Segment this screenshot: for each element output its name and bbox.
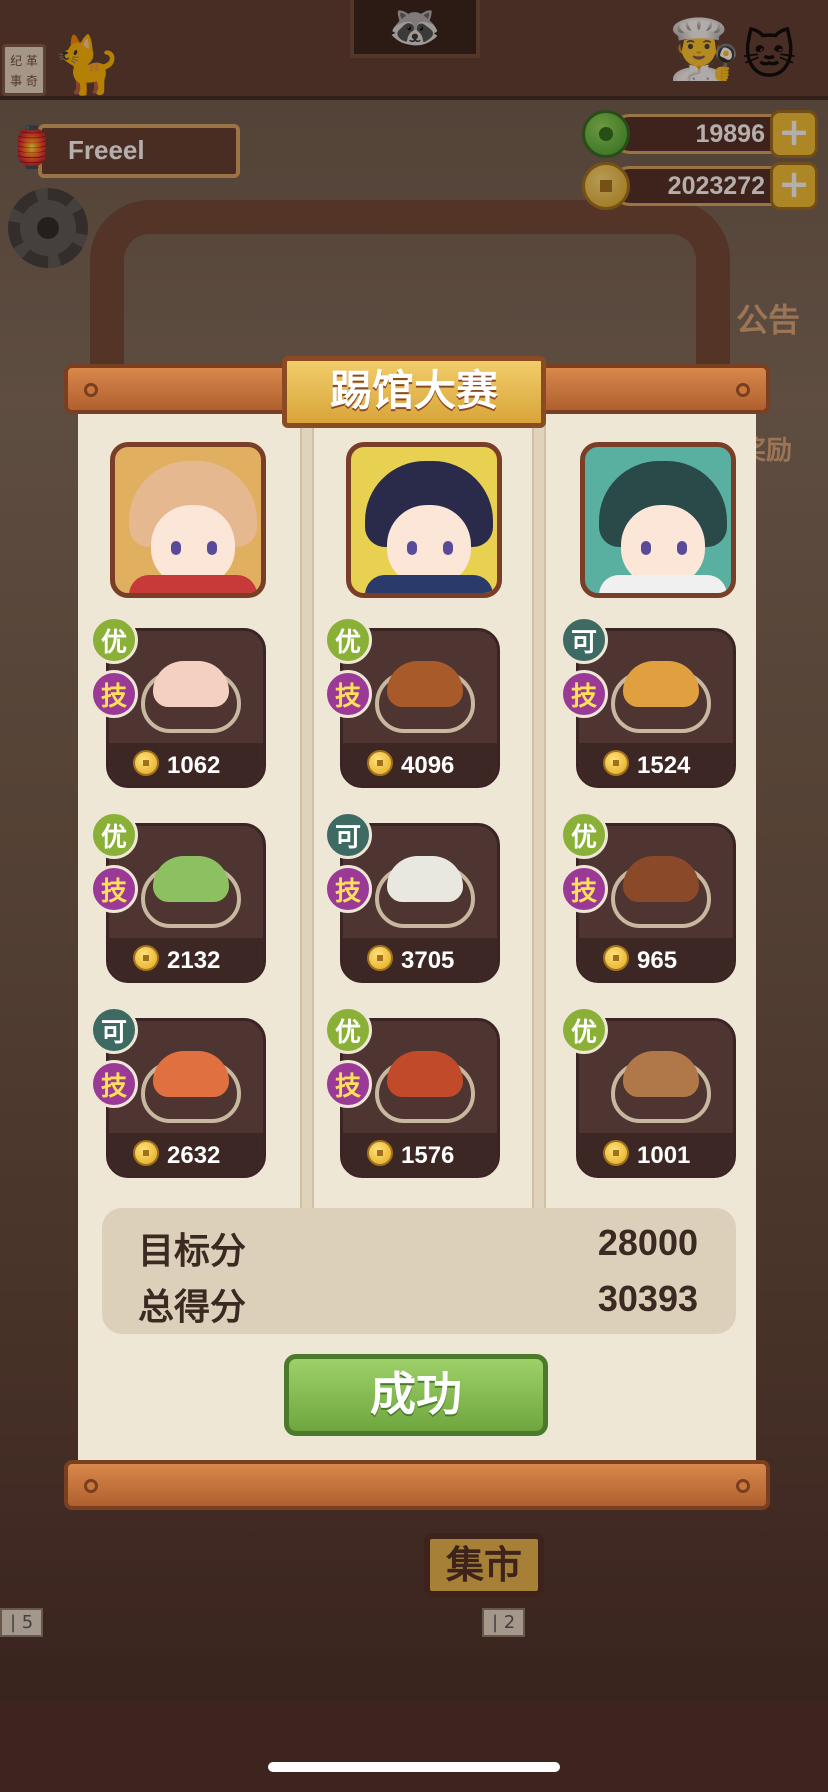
dish-score: 1001 [637, 1142, 691, 1169]
skill-badge: 技 [90, 670, 138, 718]
dish-food-icon [623, 856, 699, 902]
dish-score: 1062 [167, 752, 221, 779]
skill-badge: 技 [90, 865, 138, 913]
chef-face [387, 505, 471, 585]
chef-middle-portrait[interactable] [346, 442, 502, 598]
coin-icon [367, 750, 393, 776]
chef-eye [443, 541, 453, 555]
skill-badge: 技 [90, 1060, 138, 1108]
skill-badge: 技 [324, 1060, 372, 1108]
target-score-label: 目标分 [138, 1231, 247, 1272]
score-summary: 目标分 28000 总得分 30393 [102, 1208, 736, 1334]
dish-score: 2632 [167, 1142, 221, 1169]
chef-face [621, 505, 705, 585]
chef-face [151, 505, 235, 585]
grade-badge: 优 [90, 616, 138, 664]
total-score-value: 30393 [597, 1278, 698, 1319]
grade-badge: 优 [560, 1006, 608, 1054]
chef-eye [677, 541, 687, 555]
grade-badge: 优 [324, 616, 372, 664]
coin-icon [133, 1140, 159, 1166]
dish-food-icon [387, 661, 463, 707]
rod-knob [84, 383, 98, 397]
coin-icon [367, 1140, 393, 1166]
chef-robe [365, 575, 493, 593]
grade-badge: 优 [560, 811, 608, 859]
chef-robe [599, 575, 727, 593]
coin-icon [133, 945, 159, 971]
chef-eye [641, 541, 651, 555]
coin-icon [603, 945, 629, 971]
skill-badge: 技 [324, 865, 372, 913]
dish-score: 1524 [637, 752, 691, 779]
total-score-row: 总得分 30393 [138, 1278, 698, 1328]
column-divider [532, 410, 546, 1208]
dish-food-icon [153, 856, 229, 902]
dish-food-icon [153, 1051, 229, 1097]
dish-score: 965 [637, 947, 678, 974]
coin-icon [603, 1140, 629, 1166]
column-divider [300, 410, 314, 1208]
dish-score: 1576 [401, 1142, 455, 1169]
dish-food-icon [153, 661, 229, 707]
chef-eye [407, 541, 417, 555]
rod-knob [736, 383, 750, 397]
coin-icon [367, 945, 393, 971]
rod-knob [736, 1479, 750, 1493]
dish-food-icon [387, 1051, 463, 1097]
dish-score: 4096 [401, 752, 455, 779]
target-score-row: 目标分 28000 [138, 1222, 698, 1272]
dish-food-icon [387, 856, 463, 902]
skill-badge: 技 [560, 670, 608, 718]
grade-badge: 可 [324, 811, 372, 859]
skill-badge: 技 [324, 670, 372, 718]
coin-icon [133, 750, 159, 776]
grade-badge: 可 [90, 1006, 138, 1054]
chef-right-portrait[interactable] [580, 442, 736, 598]
grade-badge: 优 [324, 1006, 372, 1054]
dish-food-icon [623, 661, 699, 707]
grade-badge: 可 [560, 616, 608, 664]
coin-icon [603, 750, 629, 776]
chef-robe [129, 575, 257, 593]
home-indicator[interactable] [268, 1762, 560, 1772]
grade-badge: 优 [90, 811, 138, 859]
success-button[interactable]: 成功 [284, 1354, 548, 1436]
skill-badge: 技 [560, 865, 608, 913]
scroll-rod-bottom [64, 1460, 770, 1510]
total-score-label: 总得分 [138, 1287, 247, 1328]
rod-knob [84, 1479, 98, 1493]
chef-eye [171, 541, 181, 555]
target-score-value: 28000 [597, 1222, 698, 1263]
dish-score: 3705 [401, 947, 455, 974]
chef-left-portrait[interactable] [110, 442, 266, 598]
dish-food-icon [623, 1051, 699, 1097]
chef-eye [207, 541, 217, 555]
dish-score: 2132 [167, 947, 221, 974]
contest-title: 踢馆大赛 [282, 356, 546, 428]
